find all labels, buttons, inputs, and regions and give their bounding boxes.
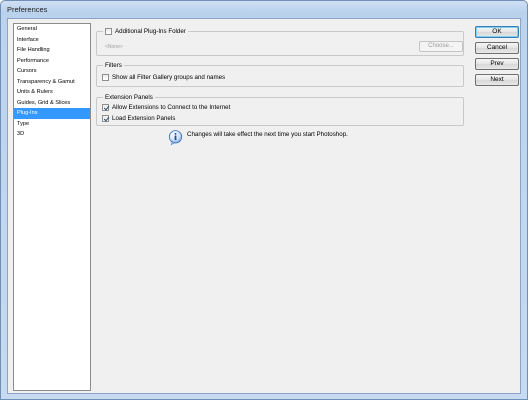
filters-title: Filters xyxy=(103,61,124,70)
sidebar-item-cursors[interactable]: Cursors xyxy=(14,66,90,77)
sidebar-item-plug-ins[interactable]: Plug-Ins xyxy=(14,108,90,119)
plugins-folder-checkbox[interactable] xyxy=(105,28,112,35)
sidebar-item-3d[interactable]: 3D xyxy=(14,129,90,140)
filters-group: Filters Show all Filter Gallery groups a… xyxy=(96,61,464,87)
plugins-folder-path: <None> xyxy=(105,44,123,50)
allow-internet-row[interactable]: Allow Extensions to Connect to the Inter… xyxy=(102,104,230,111)
choose-folder-button[interactable]: Choose... xyxy=(419,41,463,52)
load-panels-checkbox[interactable] xyxy=(102,114,109,122)
dialog-client-area: General Interface File Handling Performa… xyxy=(7,18,521,394)
sidebar-item-file-handling[interactable]: File Handling xyxy=(14,45,90,56)
window-title: Preferences xyxy=(7,5,48,14)
info-icon xyxy=(168,130,183,146)
extension-panels-title: Extension Panels xyxy=(103,93,155,102)
allow-internet-label: Allow Extensions to Connect to the Inter… xyxy=(112,104,231,111)
plugins-folder-label: Additional Plug-Ins Folder xyxy=(115,28,186,35)
sidebar-item-performance[interactable]: Performance xyxy=(14,56,90,67)
sidebar-item-guides-grid-slices[interactable]: Guides, Grid & Slices xyxy=(14,98,90,109)
show-all-filters-label: Show all Filter Gallery groups and names xyxy=(112,74,226,81)
sidebar-item-type[interactable]: Type xyxy=(14,119,90,130)
sidebar-item-interface[interactable]: Interface xyxy=(14,35,90,46)
sidebar-item-general[interactable]: General xyxy=(14,24,90,35)
title-bar[interactable]: Preferences xyxy=(1,1,527,18)
extension-panels-group: Extension Panels Allow Extensions to Con… xyxy=(96,93,464,126)
load-panels-label: Load Extension Panels xyxy=(112,114,176,122)
next-button[interactable]: Next xyxy=(475,74,519,86)
prev-button[interactable]: Prev xyxy=(475,58,519,70)
sidebar-item-transparency-gamut[interactable]: Transparency & Gamut xyxy=(14,77,90,88)
show-all-filters-row[interactable]: Show all Filter Gallery groups and names xyxy=(102,74,225,81)
load-panels-row[interactable]: Load Extension Panels xyxy=(102,114,176,122)
restart-notice-text: Changes will take effect the next time y… xyxy=(187,131,348,138)
show-all-filters-checkbox[interactable] xyxy=(102,74,109,81)
sidebar-item-units-rulers[interactable]: Units & Rulers xyxy=(14,87,90,98)
plugins-folder-group: Additional Plug-Ins Folder <None> Choose… xyxy=(96,27,464,56)
preferences-sidebar: General Interface File Handling Performa… xyxy=(13,23,91,391)
restart-notice: Changes will take effect the next time y… xyxy=(168,128,348,146)
plugins-folder-legend: Additional Plug-Ins Folder xyxy=(103,27,188,36)
preferences-window: Preferences General Interface File Handl… xyxy=(0,0,528,400)
allow-internet-checkbox[interactable] xyxy=(102,104,109,111)
ok-button[interactable]: OK xyxy=(475,26,519,38)
cancel-button[interactable]: Cancel xyxy=(475,42,519,54)
